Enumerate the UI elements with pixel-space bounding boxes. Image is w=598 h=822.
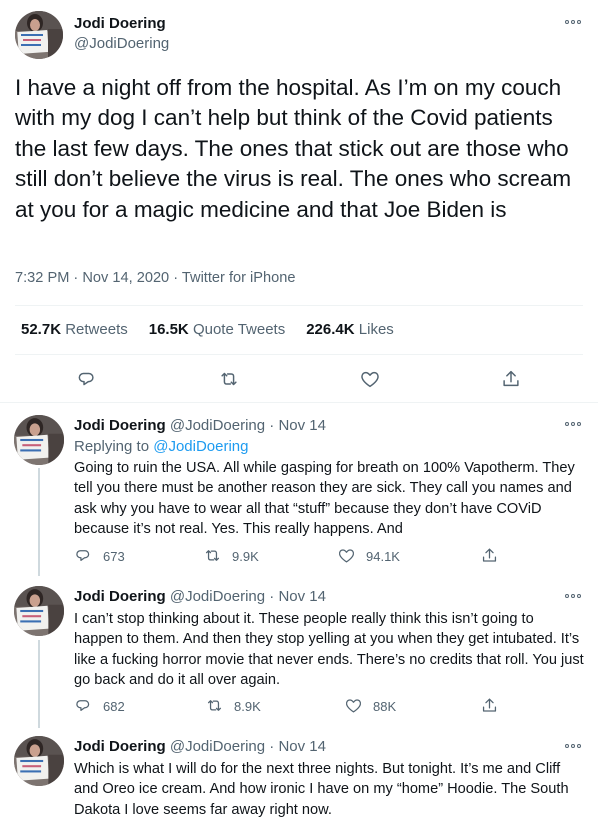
main-tweet-text: I have a night off from the hospital. As… — [15, 75, 572, 222]
engagement-stats: 52.7K Retweets 16.5K Quote Tweets 226.4K… — [21, 321, 394, 338]
reply-author-handle[interactable]: @JodiDoering — [170, 417, 265, 434]
reply-count: 673 — [103, 549, 125, 564]
quote-tweets-count: 16.5K — [148, 321, 189, 338]
retweet-count: 8.9K — [234, 699, 261, 714]
reply-author-name[interactable]: Jodi Doering — [74, 417, 166, 434]
replying-to: Replying to @JodiDoering — [74, 438, 249, 455]
meta-separator: · — [173, 270, 179, 286]
retweets-count: 52.7K — [21, 321, 62, 338]
heart-icon[interactable] — [344, 696, 363, 715]
quote-tweets-stat[interactable]: 16.5K Quote Tweets — [149, 321, 285, 338]
reply-text: I can’t stop thinking about it. These pe… — [74, 611, 584, 688]
reply-date[interactable]: Nov 14 — [278, 417, 326, 434]
reply-author-avatar[interactable] — [14, 586, 64, 636]
likes-label: Likes — [358, 321, 394, 338]
share-icon[interactable] — [480, 696, 499, 715]
more-icon[interactable] — [565, 592, 583, 600]
divider — [0, 402, 598, 403]
more-icon[interactable] — [565, 18, 583, 26]
reply-header: Jodi Doering @JodiDoering · Nov 14 — [74, 738, 326, 755]
reply-text: Which is what I will do for the next thr… — [74, 761, 569, 818]
reply-date[interactable]: Nov 14 — [278, 738, 326, 755]
reply-header: Jodi Doering @JodiDoering · Nov 14 — [74, 417, 326, 434]
reply-author-handle[interactable]: @JodiDoering — [170, 588, 265, 605]
thread-line — [38, 468, 40, 576]
main-author-handle[interactable]: @JodiDoering — [74, 35, 169, 52]
reply-icon[interactable] — [74, 696, 93, 715]
divider — [15, 354, 583, 355]
meta-separator: · — [269, 588, 275, 605]
retweet-icon[interactable] — [203, 546, 222, 565]
main-author-name[interactable]: Jodi Doering — [74, 15, 166, 32]
like-count: 88K — [373, 699, 397, 714]
heart-icon[interactable] — [337, 546, 356, 565]
reply-icon[interactable] — [74, 546, 93, 565]
more-icon[interactable] — [565, 742, 583, 750]
retweet-count: 9.9K — [232, 549, 259, 564]
reply-author-name[interactable]: Jodi Doering — [74, 738, 166, 755]
tweet-date[interactable]: Nov 14, 2020 — [82, 270, 169, 286]
quote-tweets-label: Quote Tweets — [192, 321, 286, 338]
replying-to-handle[interactable]: @JodiDoering — [153, 438, 248, 455]
main-author-avatar[interactable] — [15, 11, 63, 59]
thread-line — [38, 640, 40, 728]
divider — [15, 305, 583, 306]
retweets-label: Retweets — [65, 321, 128, 338]
likes-stat[interactable]: 226.4K Likes — [306, 321, 394, 338]
meta-separator: · — [73, 270, 79, 286]
share-icon[interactable] — [480, 546, 499, 565]
tweet-time[interactable]: 7:32 PM — [15, 270, 69, 286]
reply-icon[interactable] — [76, 368, 98, 390]
meta-separator: · — [269, 738, 275, 755]
retweet-icon[interactable] — [205, 696, 224, 715]
reply-author-handle[interactable]: @JodiDoering — [170, 738, 265, 755]
share-icon[interactable] — [500, 368, 522, 390]
reply-author-avatar[interactable] — [14, 415, 64, 465]
like-count: 94.1K — [366, 549, 400, 564]
tweet-source[interactable]: Twitter for iPhone — [182, 270, 296, 286]
tweet-meta: 7:32 PM · Nov 14, 2020 · Twitter for iPh… — [15, 270, 295, 286]
reply-author-avatar[interactable] — [14, 736, 64, 786]
reply-date[interactable]: Nov 14 — [278, 588, 326, 605]
reply-header: Jodi Doering @JodiDoering · Nov 14 — [74, 588, 326, 605]
retweet-icon[interactable] — [218, 368, 240, 390]
reply-author-name[interactable]: Jodi Doering — [74, 588, 166, 605]
more-icon[interactable] — [565, 420, 583, 428]
retweets-stat[interactable]: 52.7K Retweets — [21, 321, 128, 338]
meta-separator: · — [269, 417, 275, 434]
likes-count: 226.4K — [306, 321, 355, 338]
replying-to-label: Replying to — [74, 438, 150, 455]
heart-icon[interactable] — [359, 368, 381, 390]
reply-text: Going to ruin the USA. All while gasping… — [74, 460, 575, 537]
reply-count: 682 — [103, 699, 125, 714]
